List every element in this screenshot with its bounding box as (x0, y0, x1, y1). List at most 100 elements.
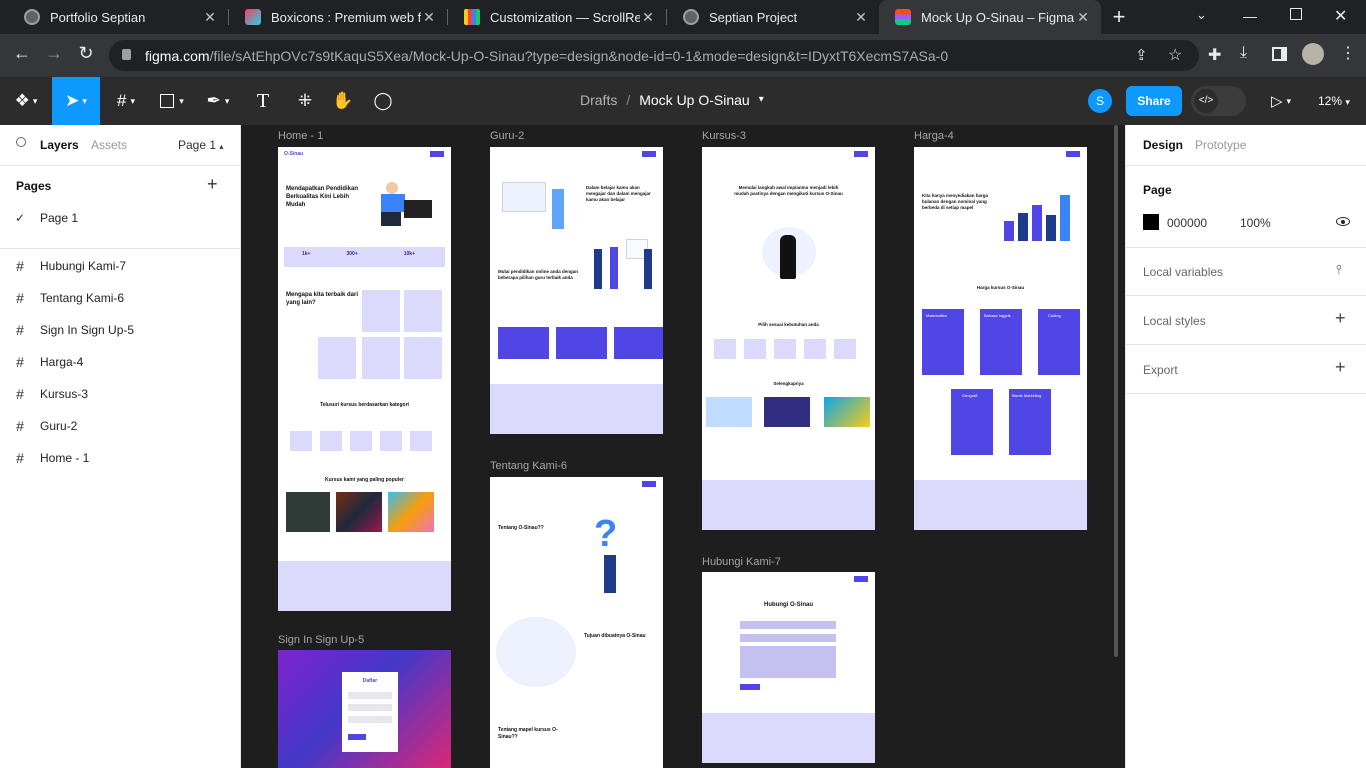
add-page-icon[interactable]: + (207, 174, 218, 195)
extensions-icon[interactable]: ✚ (1208, 45, 1221, 65)
canvas-scrollbar[interactable] (1114, 125, 1118, 657)
share-button[interactable]: Share (1126, 86, 1182, 116)
minimize-icon[interactable]: — (1243, 8, 1257, 24)
back-icon[interactable]: ← (10, 43, 34, 64)
frame-guru[interactable]: Dalam belajar kamu akan mengajar dan dal… (490, 147, 663, 434)
frame-text: Mulai pendidikan online anda dengan bebe… (498, 269, 579, 280)
frame-kursus[interactable]: Memulai langkah awal impianmu menjadi le… (702, 147, 875, 530)
frame-tentang[interactable]: Tentang O-Sinau?? ? Tujuan dibuatnya O-S… (490, 477, 663, 768)
layer-item[interactable]: # Tentang Kami-6 (0, 282, 240, 314)
tab-layers[interactable]: Layers (40, 138, 79, 152)
layer-label: Guru-2 (40, 419, 78, 433)
kebab-menu-icon[interactable]: ⋮ (1340, 43, 1356, 63)
side-panel-icon[interactable] (1272, 47, 1287, 61)
hand-tool-icon[interactable]: ✋ (328, 77, 358, 125)
forward-icon[interactable]: → (42, 43, 66, 64)
close-icon[interactable]: ✕ (640, 9, 656, 26)
close-window-icon[interactable]: ✕ (1334, 6, 1347, 26)
shape-tool-icon[interactable]: ▾ (152, 77, 192, 125)
close-icon[interactable]: ✕ (421, 9, 437, 26)
download-icon[interactable]: ⤓ (1240, 44, 1247, 62)
browser-tab[interactable]: Portfolio Septian ✕ (8, 0, 228, 34)
frame-label-hubungi[interactable]: Hubungi Kami-7 (702, 556, 781, 568)
tab-search-icon[interactable]: ⌄ (1196, 7, 1207, 23)
divider (1126, 393, 1366, 394)
add-style-icon[interactable]: + (1335, 308, 1346, 329)
chevron-down-icon[interactable]: ▾ (759, 94, 764, 108)
frame-text: Dalam belajar kamu akan mengajar dan dal… (586, 185, 651, 202)
lock-icon (122, 49, 131, 60)
frame-label-harga[interactable]: Harga-4 (914, 130, 954, 142)
restore-icon[interactable] (1290, 8, 1302, 20)
eye-icon[interactable] (1336, 217, 1350, 226)
add-export-icon[interactable]: + (1335, 357, 1346, 378)
course-card (706, 397, 752, 427)
export-label[interactable]: Export (1143, 363, 1178, 377)
frame-label-home[interactable]: Home - 1 (278, 130, 323, 142)
frame-label-guru[interactable]: Guru-2 (490, 130, 524, 142)
fill-opacity-input[interactable]: 100% (1240, 216, 1271, 230)
tab-design[interactable]: Design (1143, 138, 1183, 152)
reload-icon[interactable]: ↻ (74, 43, 98, 64)
local-styles-label[interactable]: Local styles (1143, 314, 1206, 328)
profile-avatar[interactable] (1302, 43, 1324, 65)
category-row (290, 431, 440, 451)
close-icon[interactable]: ✕ (1075, 9, 1091, 26)
layer-item[interactable]: # Hubungi Kami-7 (0, 250, 240, 282)
teacher-illustration (502, 177, 572, 237)
frame-home[interactable]: O-Sinau Mendapatkan Pendidikan Berkualit… (278, 147, 451, 611)
browser-tab-active[interactable]: Mock Up O-Sinau – Figma ✕ (879, 0, 1101, 34)
layer-item[interactable]: # Sign In Sign Up-5 (0, 314, 240, 346)
bookmark-star-icon[interactable]: ☆ (1168, 45, 1182, 65)
figma-menu-icon[interactable]: ❖ ▾ (8, 77, 44, 125)
comment-tool-icon[interactable]: ◯ (368, 77, 398, 125)
dev-mode-toggle[interactable]: </> (1191, 86, 1246, 116)
move-tool-icon[interactable]: ➤ ▾ (52, 77, 100, 125)
share-page-icon[interactable]: ⇪ (1135, 46, 1148, 64)
fill-swatch[interactable] (1143, 214, 1159, 230)
file-name[interactable]: Mock Up O-Sinau (639, 92, 749, 108)
layer-label: Kursus-3 (40, 387, 89, 401)
browser-tab[interactable]: Customization — ScrollReveal ✕ (448, 0, 666, 34)
close-icon[interactable]: ✕ (853, 9, 869, 26)
course-card (336, 492, 382, 532)
frame-label-signin[interactable]: Sign In Sign Up-5 (278, 634, 364, 646)
url-path: /file/sAtEhpOVc7s9tKaquS5Xea/Mock-Up-O-S… (209, 47, 949, 64)
browser-tab[interactable]: Boxicons : Premium web frien ✕ (229, 0, 447, 34)
boxicons-icon (245, 9, 261, 25)
user-avatar[interactable]: S (1088, 89, 1112, 113)
layer-item[interactable]: # Kursus-3 (0, 378, 240, 410)
divider (0, 165, 240, 166)
address-bar[interactable]: figma.com/file/sAtEhpOVc7s9tKaquS5Xea/Mo… (109, 40, 1199, 71)
tab-title: Septian Project (709, 9, 798, 25)
text-tool-icon[interactable]: T (248, 77, 278, 125)
tab-assets[interactable]: Assets (91, 138, 127, 152)
zoom-level[interactable]: 12% ▾ (1318, 94, 1350, 108)
present-play-icon[interactable]: ▷ ▾ (1264, 77, 1298, 125)
frame-hubungi[interactable]: Hubungi O-Sinau (702, 572, 875, 763)
layer-item[interactable]: # Home - 1 (0, 442, 240, 474)
design-canvas[interactable]: Home - 1 Guru-2 Kursus-3 Harga-4 Tentang… (241, 125, 1125, 768)
frame-tool-icon[interactable]: # ▾ (106, 77, 146, 125)
local-variables-label[interactable]: Local variables (1143, 265, 1223, 279)
breadcrumb-drafts[interactable]: Drafts (580, 92, 617, 108)
frame-label-tentang[interactable]: Tentang Kami-6 (490, 460, 567, 472)
frame-signin[interactable]: Daftar (278, 650, 451, 768)
search-icon[interactable] (16, 137, 26, 147)
resources-icon[interactable]: ⁜ (290, 77, 320, 125)
layer-item[interactable]: # Harga-4 (0, 346, 240, 378)
frame-label-kursus[interactable]: Kursus-3 (702, 130, 746, 142)
close-icon[interactable]: ✕ (202, 9, 218, 26)
variables-icon[interactable]: ⫯ (1336, 262, 1342, 278)
new-tab-icon[interactable]: + (1108, 5, 1130, 29)
page-selector[interactable]: Page 1 ▴ (178, 138, 223, 152)
tab-prototype[interactable]: Prototype (1195, 138, 1246, 152)
layer-item[interactable]: # Guru-2 (0, 410, 240, 442)
page-item-current[interactable]: ✓ Page 1 (0, 202, 240, 234)
frame-harga[interactable]: Kita hanya menyediakan harga bulanan den… (914, 147, 1087, 530)
browser-tab[interactable]: Septian Project ✕ (667, 0, 879, 34)
fill-hex-input[interactable]: 000000 (1167, 216, 1207, 230)
frame-text: Hubungi O-Sinau (764, 602, 813, 608)
pen-tool-icon[interactable]: ✒ ▾ (198, 77, 238, 125)
layers-panel: Layers Assets Page 1 ▴ Pages + ✓ Page 1 … (0, 125, 241, 768)
